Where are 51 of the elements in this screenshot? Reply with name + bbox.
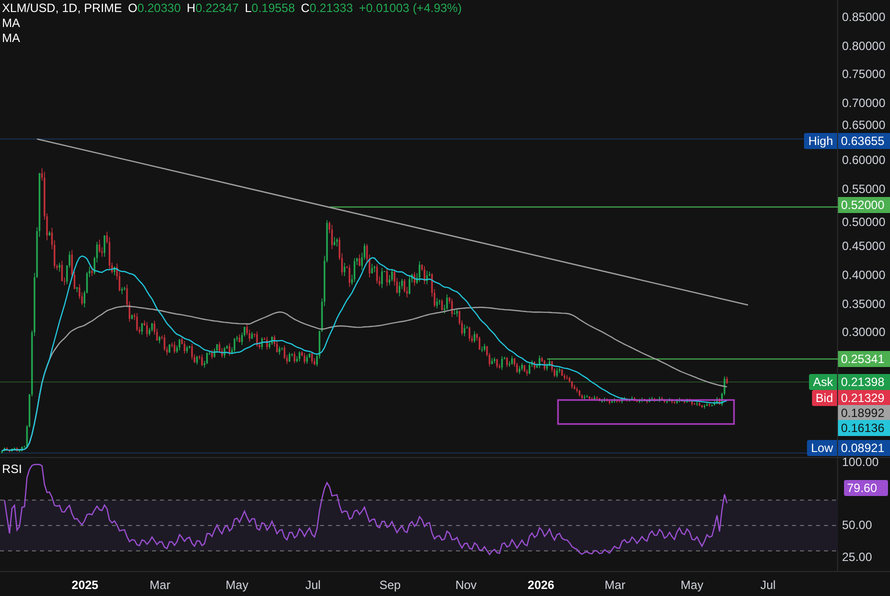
price-tag: 0.16136 [838,420,890,436]
ohlc-label: H [186,1,196,16]
rsi-axis-label: 100.00 [842,455,879,469]
price-axis-label: 0.80000 [842,38,886,53]
ohlc-value: 0.19558 [252,1,295,16]
time-axis-label: 2025 [72,577,98,594]
time-axis-label: May [226,577,248,594]
rsi-axis-label: 50.00 [842,518,872,532]
time-axis-label: Jul [760,577,776,594]
price-tag: 0.52000 [838,197,890,213]
rsi-axis-label: 25.00 [842,550,872,564]
time-axis-label: 2026 [528,577,554,594]
price-axis-label: 0.85000 [842,10,886,24]
indicator-label: MA [2,31,20,46]
price-axis-label: 0.60000 [842,153,886,168]
ohlc-label: L [244,1,252,16]
price-axis-label: 0.50000 [842,215,886,229]
time-axis-label: Mar [604,577,626,594]
rsi-label: RSI [2,461,22,478]
price-axis-label: 0.45000 [842,239,886,254]
ohlc-label: O [128,1,138,16]
price-tag: 0.18992 [838,405,890,421]
price-change: +0.01003 (+4.93%) [358,1,462,16]
time-axis-label: Jul [305,577,321,594]
symbol-title: XLM/USD, 1D, PRIME [2,1,122,16]
ohlc-value: 0.21333 [310,1,353,16]
price-tag-label: Ask [808,374,837,390]
time-axis-label: Mar [150,577,170,594]
price-axis-label: 0.55000 [842,182,886,196]
time-axis-label: Sep [379,577,401,594]
price-tag-label: Bid [812,390,837,406]
price-tag: 0.21329 [838,390,890,406]
price-axis-label: 0.70000 [842,96,886,110]
price-axis-label: 0.40000 [842,268,886,282]
ohlc-value: 0.22347 [195,1,239,16]
price-tag: 0.25341 [838,351,890,367]
ohlc-label: C [300,1,310,16]
price-tag-label: High [804,133,837,149]
price-tag: 0.08921 [838,440,890,456]
time-axis-label: May [680,577,704,594]
time-axis-label: Nov [455,577,477,594]
price-axis-label: 0.65000 [842,118,886,132]
price-tag: 0.21398 [838,374,890,390]
price-tag-label: Low [806,440,837,456]
ohlc-value: 0.20330 [137,1,181,16]
price-axis-label: 0.35000 [842,296,886,310]
price-tag: 0.63655 [838,133,890,149]
indicator-label: MA [2,16,20,31]
rsi-value-tag: 79.60 [844,480,888,496]
price-axis-label: 0.30000 [842,325,886,340]
price-axis-label: 0.75000 [842,67,886,82]
